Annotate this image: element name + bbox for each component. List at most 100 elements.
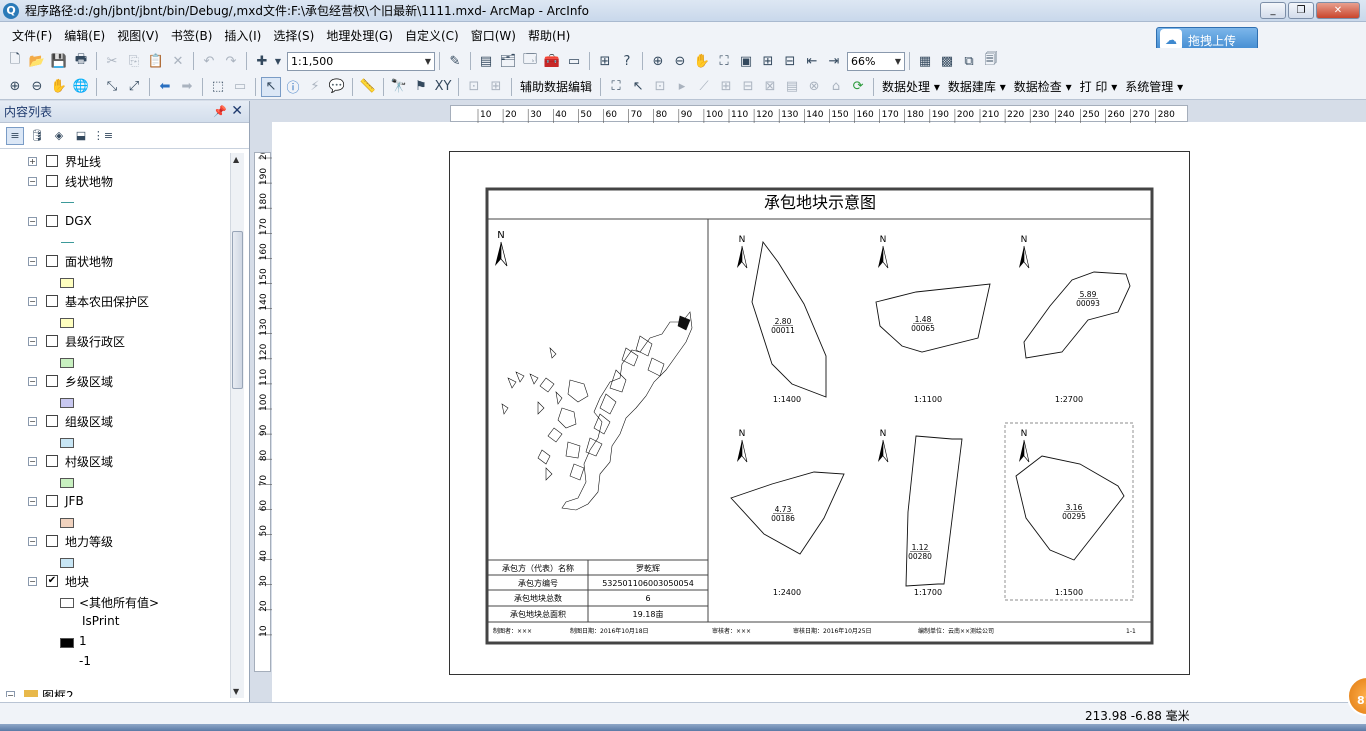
layer-row-tukuang[interactable]: − 图框2: [6, 689, 74, 697]
select-features-icon[interactable]: ⬚: [208, 77, 228, 97]
list-by-drawing-order-icon[interactable]: ≡: [6, 126, 24, 145]
layer-row-jbnt[interactable]: − 基本农田保护区: [28, 291, 149, 311]
catalog-icon[interactable]: 🗂: [498, 51, 518, 71]
zoom-100-icon[interactable]: ▣: [736, 51, 756, 71]
save-icon[interactable]: 💾: [49, 51, 69, 71]
edit-tool-icon[interactable]: ⛶: [606, 77, 626, 97]
layer-checkbox[interactable]: [46, 295, 58, 307]
zoom-in-icon[interactable]: ⊕: [5, 77, 25, 97]
change-layout-icon[interactable]: ⧉: [959, 51, 979, 71]
clip-icon[interactable]: ⊟: [738, 77, 758, 97]
collapse-icon[interactable]: −: [28, 256, 37, 266]
menu-help[interactable]: 帮助(H): [522, 27, 576, 44]
layout-pan-icon[interactable]: ✋: [692, 51, 712, 71]
whats-this-icon[interactable]: ?: [617, 51, 637, 71]
next-extent-icon[interactable]: ⇥: [824, 51, 844, 71]
collapse-icon[interactable]: −: [28, 176, 37, 186]
delete-icon[interactable]: ✕: [168, 51, 188, 71]
aux-data-edit-menu[interactable]: 辅助数据编辑: [516, 78, 596, 95]
collapse-icon[interactable]: −: [28, 416, 37, 426]
fixed-zoom-in-icon[interactable]: ⊞: [758, 51, 778, 71]
layer-row-xianzhuang[interactable]: − 线状地物: [28, 171, 113, 191]
minimize-button[interactable]: _: [1260, 2, 1286, 19]
clear-selection-icon[interactable]: ▭: [230, 77, 250, 97]
layer-row-dilidengji[interactable]: − 地力等级: [28, 531, 113, 551]
collapse-icon[interactable]: −: [28, 336, 37, 346]
system-management-menu[interactable]: 系统管理 ▾: [1121, 78, 1187, 95]
table-of-contents-icon[interactable]: ▤: [476, 51, 496, 71]
pin-icon[interactable]: 📌: [213, 105, 227, 118]
focus-data-frame-icon[interactable]: ▩: [937, 51, 957, 71]
arcmap-app-icon[interactable]: Q: [3, 2, 19, 19]
print-icon[interactable]: 🖶: [71, 51, 91, 71]
scale-icon[interactable]: ⌂: [826, 77, 846, 97]
scroll-down-icon[interactable]: ▼: [233, 687, 239, 696]
layer-row-xiangji[interactable]: − 乡级区域: [28, 371, 113, 391]
layer-checkbox[interactable]: [46, 175, 58, 187]
layout-page[interactable]: 承包地块示意图 N 承包方（代表）名称 罗乾辉 承包方编号 5325011060…: [449, 151, 1190, 675]
layer-row-jiezhixian[interactable]: + 界址线: [28, 151, 101, 171]
layer-row-mianzhuang[interactable]: − 面状地物: [28, 251, 113, 271]
paste-icon[interactable]: 📋: [146, 51, 166, 71]
collapse-icon[interactable]: −: [28, 456, 37, 466]
html-popup-icon[interactable]: 💬: [327, 77, 347, 97]
collapse-icon[interactable]: −: [28, 576, 37, 586]
create-viewer-icon[interactable]: ⊞: [486, 77, 506, 97]
attributes-icon[interactable]: ▤: [782, 77, 802, 97]
menu-bookmarks[interactable]: 书签(B): [165, 27, 219, 44]
layout-zoom-in-icon[interactable]: ⊕: [648, 51, 668, 71]
add-data-icon[interactable]: ✚: [252, 51, 272, 71]
find-icon[interactable]: 🔭: [389, 77, 409, 97]
find-route-icon[interactable]: ⚑: [411, 77, 431, 97]
sketch-icon[interactable]: ▸: [672, 77, 692, 97]
full-extent-icon[interactable]: 🌐: [71, 77, 91, 97]
time-slider-icon[interactable]: ⊡: [464, 77, 484, 97]
layer-checkbox[interactable]: [46, 255, 58, 267]
layer-checkbox[interactable]: [46, 215, 58, 227]
cut-icon[interactable]: ✂: [102, 51, 122, 71]
measure-icon[interactable]: 📏: [358, 77, 378, 97]
menu-file[interactable]: 文件(F): [6, 27, 58, 44]
layer-checkbox[interactable]: [46, 335, 58, 347]
add-data-dropdown-icon[interactable]: ▼: [274, 51, 282, 71]
refresh-icon[interactable]: ⟳: [848, 77, 868, 97]
redo-icon[interactable]: ↷: [221, 51, 241, 71]
collapse-icon[interactable]: −: [28, 376, 37, 386]
fixed-zoom-out-icon[interactable]: ⊟: [780, 51, 800, 71]
expand-icon[interactable]: +: [28, 156, 37, 166]
collapse-icon[interactable]: −: [6, 690, 15, 697]
layer-checkbox[interactable]: [46, 535, 58, 547]
menu-view[interactable]: 视图(V): [111, 27, 165, 44]
menu-customize[interactable]: 自定义(C): [399, 27, 465, 44]
layer-row-xianji[interactable]: − 县级行政区: [28, 331, 125, 351]
data-build-menu[interactable]: 数据建库 ▾: [944, 78, 1010, 95]
layer-row-jfb[interactable]: − JFB: [28, 491, 84, 511]
go-back-icon[interactable]: ⬅: [155, 77, 175, 97]
map-scale-combo[interactable]: 1:1,500 ▼: [287, 51, 435, 71]
layer-checkbox[interactable]: [46, 495, 58, 507]
menu-geoprocessing[interactable]: 地理处理(G): [320, 27, 399, 44]
toggle-draft-icon[interactable]: ▦: [915, 51, 935, 71]
collapse-icon[interactable]: −: [28, 536, 37, 546]
data-driven-pages-icon[interactable]: 🗐: [981, 51, 1001, 71]
scrollbar-thumb[interactable]: [232, 231, 243, 389]
edit-vertices-icon[interactable]: ↖: [628, 77, 648, 97]
go-forward-icon[interactable]: ➡: [177, 77, 197, 97]
options-icon[interactable]: ⋮≡: [93, 127, 113, 145]
collapse-icon[interactable]: −: [28, 296, 37, 306]
scroll-up-icon[interactable]: ▲: [233, 155, 239, 164]
copy-icon[interactable]: ⎘: [124, 51, 144, 71]
layer-checkbox[interactable]: [46, 155, 58, 167]
menu-selection[interactable]: 选择(S): [267, 27, 320, 44]
list-by-source-icon[interactable]: 🛢: [28, 127, 46, 145]
toc-scrollbar[interactable]: ▲ ▼: [230, 153, 244, 698]
arctoolbox-icon[interactable]: 🧰: [542, 51, 562, 71]
layer-row-dikuai[interactable]: − ✔ 地块: [28, 571, 89, 591]
layer-checkbox[interactable]: [46, 415, 58, 427]
layout-zoom-out-icon[interactable]: ⊖: [670, 51, 690, 71]
model-builder-icon[interactable]: ⊞: [595, 51, 615, 71]
list-by-selection-icon[interactable]: ⬓: [72, 127, 90, 145]
fixed-zoom-out-tool-icon[interactable]: ⤢: [124, 77, 144, 97]
menu-insert[interactable]: 插入(I): [218, 27, 267, 44]
print-menu[interactable]: 打 印 ▾: [1076, 78, 1122, 95]
